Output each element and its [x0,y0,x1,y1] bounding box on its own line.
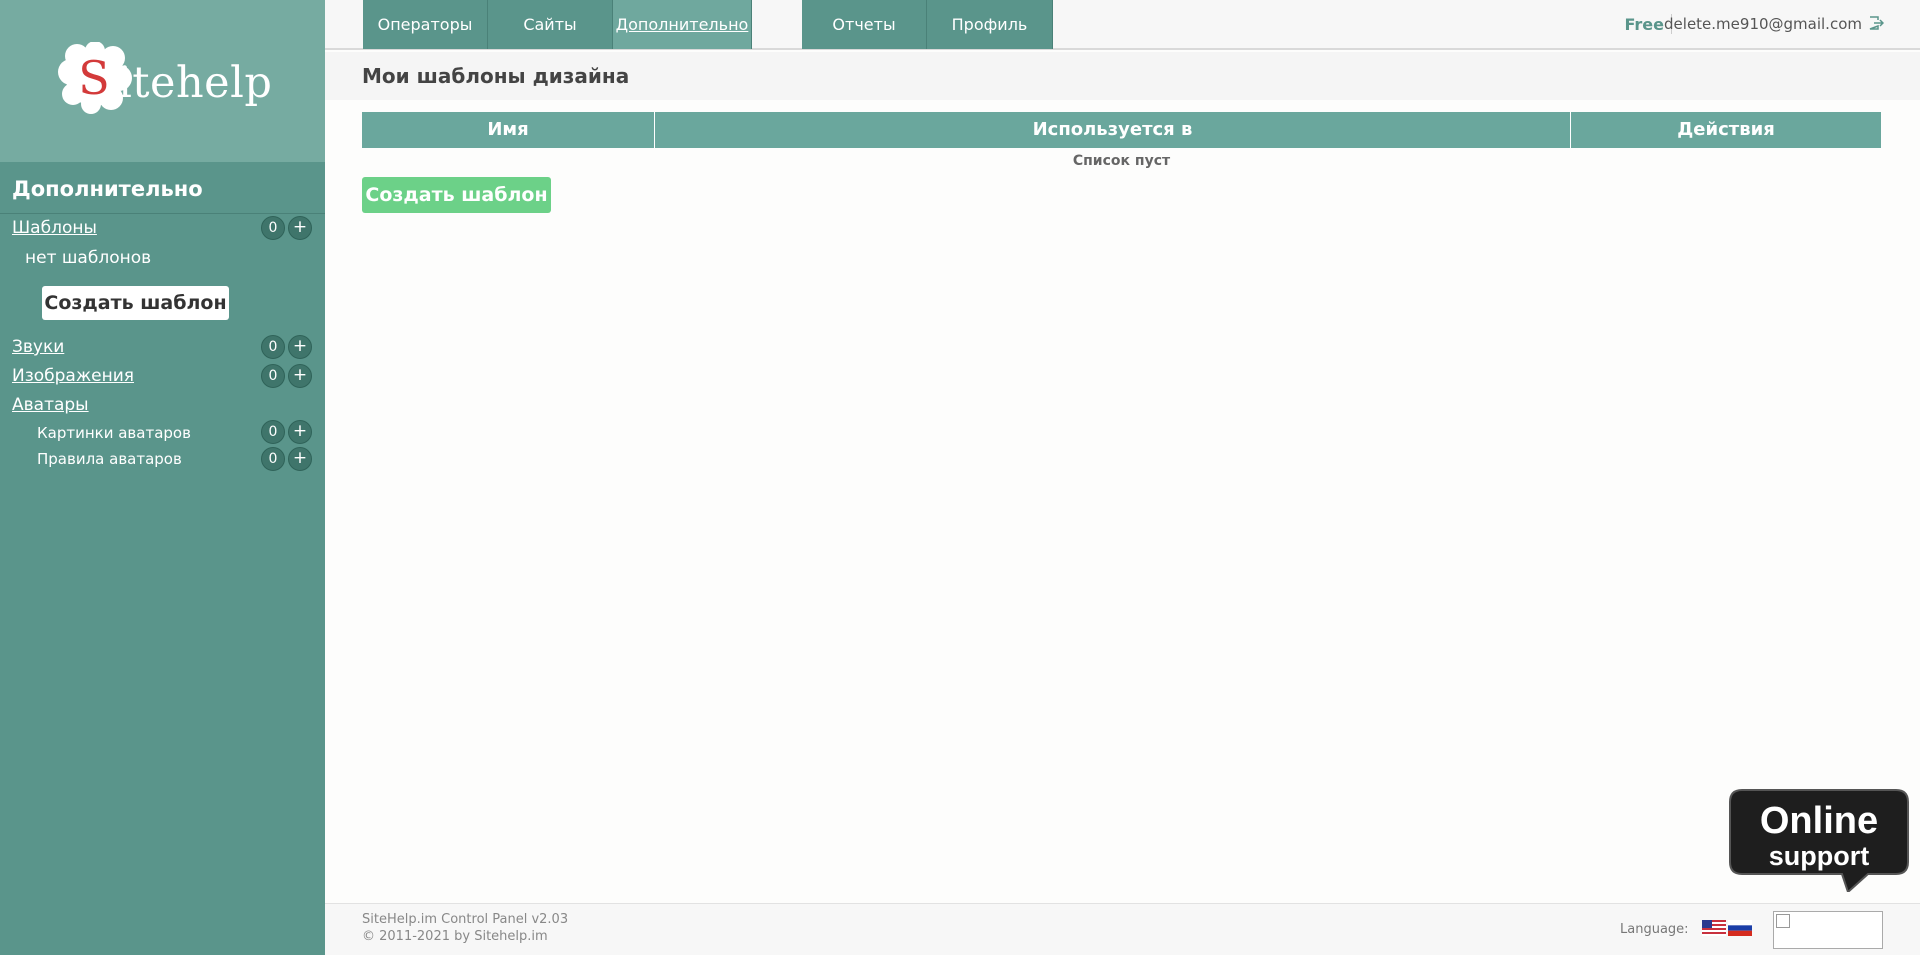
logout-icon[interactable] [1868,15,1884,31]
no-templates-text: нет шаблонов [25,248,152,268]
us-flag-icon[interactable] [1702,920,1726,936]
tab-reports[interactable]: Отчеты [802,0,927,49]
language-label: Language: [1620,922,1689,937]
sidebar-item-sounds[interactable]: Звуки [12,337,64,357]
avatar-rules-count-badge: 0 [261,447,285,471]
column-header-used-in[interactable]: Используется в [655,112,1570,148]
column-header-name[interactable]: Имя [362,112,654,148]
ru-flag-icon[interactable] [1728,920,1752,936]
broken-image-placeholder [1773,911,1883,949]
tab-operators[interactable]: Операторы [363,0,488,49]
create-template-button[interactable]: Создать шаблон [362,177,551,213]
sidebar-title: Дополнительно [12,177,203,201]
footer-version: SiteHelp.im Control Panel v2.03 [362,912,569,927]
sidebar-item-avatars[interactable]: Аватары [12,395,89,415]
add-sound-button[interactable]: + [288,335,312,359]
user-email[interactable]: delete.me910@gmail.com [1664,15,1862,33]
sidebar-item-avatar-pictures[interactable]: Картинки аватаров [37,424,191,442]
tab-additional[interactable]: Дополнительно [613,0,752,49]
broken-image-icon [1776,914,1790,928]
support-line-1[interactable]: Online [1730,800,1908,843]
sidebar-item-templates[interactable]: Шаблоны [12,218,97,238]
tab-profile[interactable]: Профиль [927,0,1053,49]
logo-letter: S [78,51,110,105]
add-template-button[interactable]: + [288,216,312,240]
sounds-count-badge: 0 [261,335,285,359]
support-line-2[interactable]: support [1730,841,1908,872]
templates-count-badge: 0 [261,216,285,240]
templates-table-header: Имя Используется в Действия [362,112,1881,148]
top-nav: Операторы Сайты Дополнительно Отчеты Про… [325,0,1920,50]
column-header-actions[interactable]: Действия [1571,112,1881,148]
footer-copyright: © 2011-2021 by Sitehelp.im [362,929,548,944]
logo-text[interactable]: itehelp [118,58,272,108]
images-count-badge: 0 [261,364,285,388]
add-avatar-picture-button[interactable]: + [288,420,312,444]
sidebar: S itehelp Дополнительно Шаблоны 0 + нет … [0,0,325,955]
sidebar-create-template-button[interactable]: Создать шаблон [42,286,229,320]
sidebar-item-avatar-rules[interactable]: Правила аватаров [37,450,182,468]
logo-area: S itehelp [0,0,325,162]
add-avatar-rule-button[interactable]: + [288,447,312,471]
plan-badge[interactable]: Free [1625,15,1665,34]
tab-sites[interactable]: Сайты [488,0,613,49]
sidebar-divider [0,213,325,214]
page-title: Мои шаблоны дизайна [362,64,630,88]
add-image-button[interactable]: + [288,364,312,388]
empty-list-text: Список пуст [1072,153,1171,169]
avatar-pictures-count-badge: 0 [261,420,285,444]
sidebar-item-images[interactable]: Изображения [12,366,134,386]
